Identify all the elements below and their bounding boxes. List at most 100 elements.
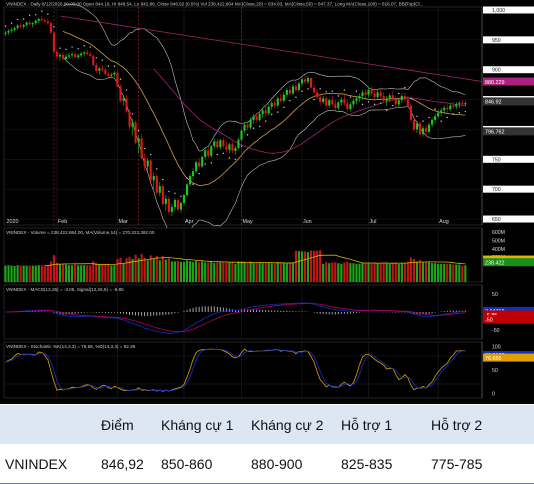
sar-dot bbox=[198, 172, 200, 175]
candle-body bbox=[461, 103, 464, 105]
candle-body bbox=[195, 162, 198, 172]
sar-dot bbox=[22, 18, 25, 20]
candle-body bbox=[131, 122, 134, 127]
volume-bar bbox=[431, 263, 434, 282]
volume-bar bbox=[77, 265, 80, 282]
table-cell-resistance-1: 850-860 bbox=[161, 444, 251, 484]
volume-bar bbox=[228, 262, 231, 282]
sar-dot bbox=[29, 14, 31, 17]
sar-dot bbox=[186, 177, 188, 180]
volume-bar bbox=[101, 264, 104, 282]
volume-bar bbox=[303, 251, 307, 282]
table-header-cell: Kháng cự 1 bbox=[161, 405, 251, 444]
volume-bar bbox=[261, 263, 264, 282]
levels-table: Điểm Kháng cự 1 Kháng cự 2 Hỗ trợ 1 Hỗ t… bbox=[0, 405, 534, 484]
volume-bar bbox=[406, 261, 409, 282]
candle-body bbox=[431, 119, 434, 125]
sar-dot bbox=[216, 153, 218, 156]
candle-body bbox=[415, 123, 419, 130]
volume-bar bbox=[4, 265, 7, 282]
volume-bar bbox=[67, 265, 71, 282]
candle-body bbox=[225, 146, 228, 150]
table-cell-symbol: VNINDEX bbox=[0, 444, 101, 484]
sar-dot bbox=[4, 25, 7, 27]
volume-bar bbox=[270, 263, 273, 282]
sar-dot bbox=[343, 89, 346, 91]
volume-bar bbox=[294, 250, 298, 282]
sar-dot bbox=[83, 45, 85, 47]
candle-body bbox=[397, 100, 400, 105]
volume-bar bbox=[373, 262, 376, 282]
volume-bar bbox=[52, 255, 55, 282]
candle-body bbox=[52, 32, 55, 52]
candle-body bbox=[19, 25, 22, 27]
volume-bar bbox=[210, 261, 213, 282]
volume-bar bbox=[455, 264, 458, 282]
volume-bar bbox=[449, 263, 452, 282]
candle-body bbox=[10, 29, 13, 31]
volume-bar bbox=[358, 263, 361, 282]
sar-dot bbox=[295, 96, 297, 98]
sar-dot bbox=[271, 113, 273, 116]
candle-body bbox=[279, 98, 282, 101]
candle-body bbox=[116, 72, 119, 87]
month-label: Jun bbox=[303, 219, 312, 225]
sar-dot bbox=[373, 103, 376, 106]
volume-bar bbox=[306, 252, 310, 282]
volume-bar bbox=[349, 263, 352, 282]
candle-body bbox=[246, 124, 249, 128]
candle-body bbox=[424, 128, 428, 132]
volume-bar bbox=[258, 262, 261, 282]
candle-body bbox=[270, 103, 273, 107]
sar-dot bbox=[53, 26, 55, 28]
price-tick-bg bbox=[483, 66, 534, 74]
sar-dot bbox=[35, 14, 37, 16]
volume-bar bbox=[213, 262, 216, 282]
candle-body bbox=[434, 116, 437, 120]
sar-dot bbox=[307, 88, 309, 90]
candle-body bbox=[28, 22, 31, 25]
candle-body bbox=[240, 130, 243, 140]
volume-bar bbox=[155, 256, 158, 282]
stoch-header: VNINDEX - Stochastic %K(14,3,3) = 76.66,… bbox=[6, 344, 136, 349]
candle-body bbox=[328, 100, 331, 106]
volume-bar bbox=[300, 251, 304, 282]
volume-bar bbox=[340, 263, 343, 282]
volume-bar bbox=[86, 265, 89, 282]
volume-bar bbox=[382, 262, 385, 282]
sar-dot bbox=[313, 98, 315, 101]
candle-body bbox=[137, 138, 140, 143]
volume-tick-label: 600M bbox=[492, 230, 505, 236]
sar-dot bbox=[143, 147, 146, 150]
sar-dot bbox=[77, 48, 79, 50]
volume-bar bbox=[16, 265, 19, 282]
volume-bar bbox=[195, 261, 198, 282]
candle-body bbox=[46, 21, 49, 24]
table-cell-support-1: 825-835 bbox=[341, 444, 431, 484]
volume-bar bbox=[146, 260, 149, 282]
sar-dot bbox=[222, 152, 225, 155]
candle-body bbox=[331, 100, 334, 105]
candle-body bbox=[237, 139, 240, 148]
sar-dot bbox=[392, 104, 394, 107]
volume-bar bbox=[182, 261, 186, 282]
volume-bar bbox=[391, 263, 394, 282]
volume-bar bbox=[418, 260, 422, 282]
candle-body bbox=[40, 18, 43, 21]
candle-body bbox=[113, 72, 116, 75]
price-tick-bg bbox=[483, 155, 534, 163]
candle-body bbox=[343, 99, 346, 104]
volume-bar bbox=[355, 263, 358, 282]
volume-bar bbox=[400, 263, 403, 282]
candle-body bbox=[185, 184, 189, 196]
macd-tick-label: -50 bbox=[492, 328, 500, 334]
volume-bar bbox=[219, 262, 222, 282]
volume-bar bbox=[297, 251, 301, 282]
volume-bar bbox=[458, 264, 461, 282]
candle-body bbox=[222, 140, 225, 147]
candle-body bbox=[77, 55, 80, 58]
volume-bar bbox=[234, 263, 237, 282]
candle-body bbox=[49, 23, 52, 33]
volume-bar bbox=[110, 265, 113, 282]
sar-dot bbox=[367, 101, 370, 103]
